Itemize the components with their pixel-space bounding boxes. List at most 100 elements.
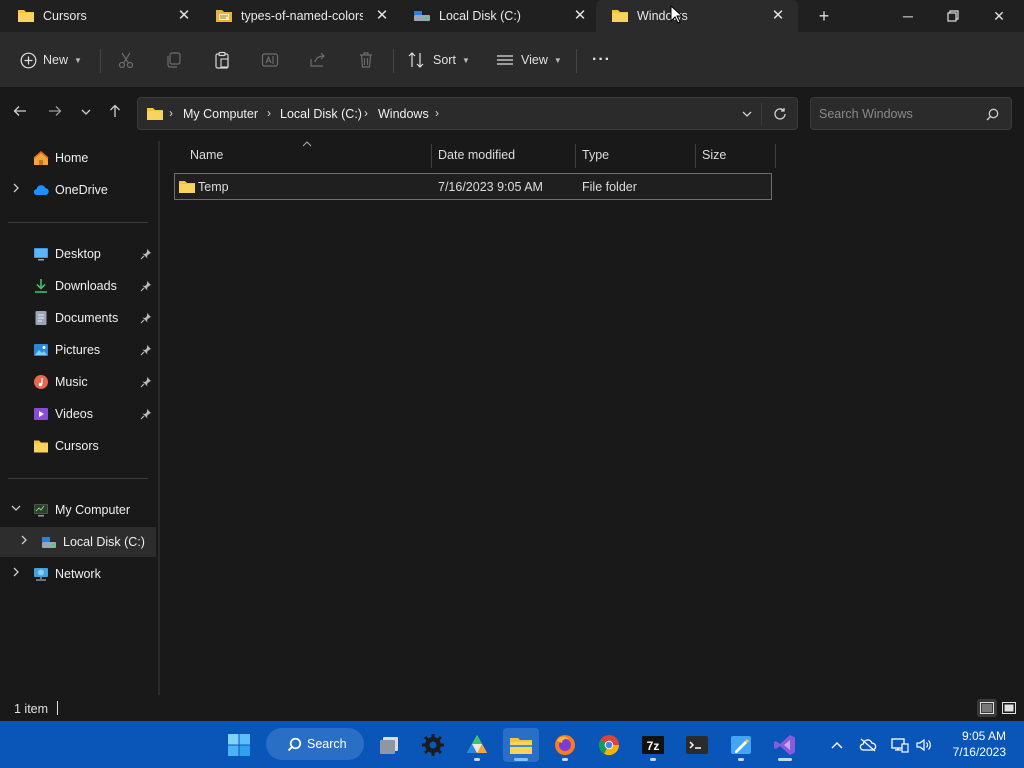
sidebar-item-downloads[interactable]: Downloads (0, 271, 156, 301)
delete-button[interactable] (357, 50, 375, 70)
sidebar-item-videos[interactable]: Videos (0, 399, 156, 429)
tab-local-disk[interactable]: Local Disk (C:) ✕ (396, 0, 596, 32)
sidebar-item-cursors[interactable]: Cursors (0, 431, 156, 461)
recent-locations-button[interactable] (76, 104, 96, 124)
minimize-button[interactable]: ─ (896, 5, 920, 27)
taskbar-clock[interactable]: 9:05 AM 7/16/2023 (953, 728, 1006, 760)
network-icon (891, 738, 909, 753)
tab-windows[interactable]: Windows ✕ (596, 0, 798, 32)
breadcrumb-chevron-icon: › (435, 106, 439, 120)
pin-icon[interactable] (140, 344, 152, 356)
taskbar-app-maps[interactable] (459, 728, 495, 762)
taskbar-app-chrome[interactable] (591, 728, 627, 762)
new-tab-button[interactable]: + (814, 6, 834, 26)
taskbar-search[interactable]: Search (266, 728, 364, 760)
taskbar-app-7zip[interactable]: 7z (635, 728, 671, 762)
tray-volume[interactable] (914, 735, 934, 755)
up-button[interactable] (105, 104, 125, 124)
sort-button[interactable]: Sort ▼ (407, 50, 470, 70)
sidebar-item-music[interactable]: Music (0, 367, 156, 397)
tab-bar: Cursors ✕ types-of-named-colors ✕ Local … (0, 0, 1024, 32)
breadcrumb-local-disk[interactable]: Local Disk (C:) (280, 107, 362, 121)
forward-button[interactable] (45, 104, 65, 124)
sidebar-item-label: Documents (55, 311, 119, 325)
nav-divider (8, 222, 148, 223)
folder-icon (18, 10, 34, 22)
cut-button[interactable] (117, 50, 135, 70)
pictures-icon (34, 344, 48, 356)
taskbar-app-file-explorer[interactable] (503, 728, 539, 762)
close-window-button[interactable]: ✕ (987, 5, 1011, 27)
share-button[interactable] (309, 50, 327, 70)
taskbar-app-paint[interactable] (723, 728, 759, 762)
task-view-button[interactable] (372, 728, 408, 762)
chrome-icon (598, 735, 620, 756)
drive-icon (414, 11, 430, 21)
file-date-modified: 7/16/2023 9:05 AM (438, 180, 543, 194)
close-icon[interactable]: ✕ (375, 8, 389, 23)
tray-network[interactable] (890, 735, 910, 755)
pin-icon[interactable] (140, 280, 152, 292)
refresh-icon[interactable] (773, 107, 787, 121)
paste-button[interactable] (213, 50, 231, 70)
taskbar-app-firefox[interactable] (547, 728, 583, 762)
sidebar-item-home[interactable]: Home (0, 143, 156, 173)
copy-button[interactable] (165, 50, 183, 70)
sidebar-item-local-disk[interactable]: Local Disk (C:) (0, 527, 156, 557)
sidebar-item-label: Home (55, 151, 89, 165)
sidebar-item-documents[interactable]: Documents (0, 303, 156, 333)
sidebar-item-my-computer[interactable]: My Computer (0, 495, 156, 525)
column-divider[interactable] (775, 144, 776, 168)
pane-splitter[interactable] (158, 141, 160, 695)
breadcrumb-windows[interactable]: Windows (378, 107, 429, 121)
breadcrumb-my-computer[interactable]: My Computer (183, 107, 258, 121)
pin-icon[interactable] (140, 312, 152, 324)
back-button[interactable] (10, 104, 30, 124)
close-icon[interactable]: ✕ (573, 8, 587, 23)
folder-icon (147, 108, 163, 120)
sidebar-item-pictures[interactable]: Pictures (0, 335, 156, 365)
sidebar-item-network[interactable]: Network (0, 559, 156, 589)
close-icon[interactable]: ✕ (177, 8, 191, 23)
taskbar-app-terminal[interactable] (679, 728, 715, 762)
tray-onedrive[interactable] (858, 735, 878, 755)
chevron-right-icon[interactable] (18, 535, 30, 549)
tiles-view-button[interactable] (999, 699, 1019, 717)
new-button[interactable]: New ▼ (20, 50, 82, 70)
tab-cursors[interactable]: Cursors ✕ (0, 0, 200, 32)
view-button[interactable]: View ▼ (495, 50, 562, 70)
more-options-button[interactable]: ··· (592, 50, 611, 70)
column-divider[interactable] (695, 144, 696, 168)
chevron-down-icon[interactable] (10, 503, 22, 517)
taskbar-app-visual-studio[interactable] (767, 728, 803, 762)
sidebar-item-onedrive[interactable]: OneDrive (0, 175, 156, 205)
search-box[interactable] (810, 97, 1012, 130)
column-divider[interactable] (431, 144, 432, 168)
maximize-button[interactable] (941, 5, 965, 27)
tab-types-of-named-colors[interactable]: types-of-named-colors ✕ (198, 0, 398, 32)
show-hidden-icons-button[interactable] (827, 735, 847, 755)
tab-title: Windows (637, 9, 688, 23)
running-indicator (650, 758, 656, 761)
column-header-name[interactable]: Name (190, 148, 223, 172)
start-button[interactable] (221, 728, 257, 762)
chevron-right-icon[interactable] (10, 567, 22, 581)
sidebar-item-desktop[interactable]: Desktop (0, 239, 156, 269)
pin-icon[interactable] (140, 408, 152, 420)
column-header-date-modified[interactable]: Date modified (438, 148, 515, 172)
address-bar[interactable]: › My Computer › Local Disk (C:) › Window… (137, 97, 798, 130)
table-row[interactable]: Temp 7/16/2023 9:05 AM File folder (174, 173, 772, 200)
details-view-button[interactable] (977, 699, 997, 717)
column-header-type[interactable]: Type (582, 148, 609, 172)
column-header-size[interactable]: Size (702, 148, 726, 172)
chevron-right-icon[interactable] (10, 183, 22, 197)
search-input[interactable] (819, 106, 979, 122)
pin-icon[interactable] (140, 376, 152, 388)
pin-icon[interactable] (140, 248, 152, 260)
taskbar-app-settings[interactable] (415, 728, 451, 762)
taskbar: Search 7z 9:05 AM 7/16/2023 (0, 721, 1024, 768)
column-divider[interactable] (575, 144, 576, 168)
rename-button[interactable] (261, 50, 279, 70)
close-icon[interactable]: ✕ (771, 8, 785, 23)
chevron-down-icon[interactable] (741, 108, 753, 120)
